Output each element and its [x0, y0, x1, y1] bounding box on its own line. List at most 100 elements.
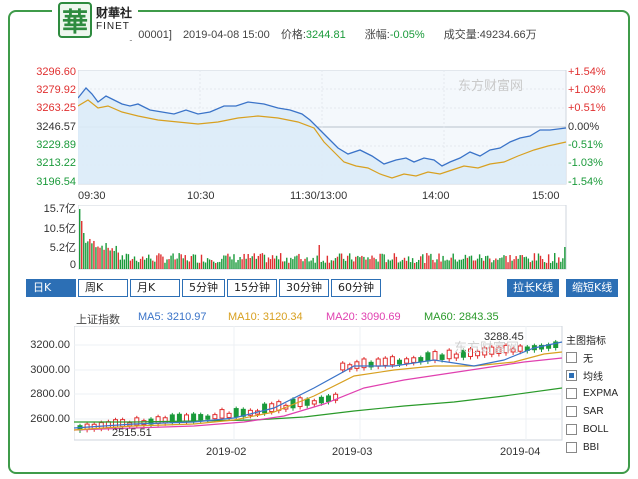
volume-bar	[225, 255, 227, 269]
indicator-boll[interactable]: BOLL	[566, 420, 626, 438]
volume-bar	[241, 259, 243, 269]
volume-bar	[109, 250, 111, 269]
tab-60min[interactable]: 60分钟	[331, 279, 381, 297]
volume-bar	[97, 246, 99, 269]
volume-bar	[178, 253, 180, 269]
volume-bar	[296, 255, 298, 269]
volume-bar	[284, 261, 286, 269]
tab-15min[interactable]: 15分钟	[227, 279, 277, 297]
volume-bar	[229, 256, 231, 269]
volume-bar	[294, 256, 296, 269]
k-y-tick-0: 3200.00	[30, 339, 70, 351]
volume-bar	[535, 260, 538, 269]
volume-bar	[401, 259, 404, 269]
checkbox-checked-icon[interactable]	[566, 369, 577, 381]
volume-bar	[223, 255, 225, 269]
watermark: 东方财富网	[458, 78, 523, 93]
volume-bar	[204, 262, 207, 269]
volume-bar	[160, 254, 162, 269]
checkbox-icon[interactable]	[566, 351, 577, 363]
volume-bar	[105, 243, 107, 269]
tab-week-k[interactable]: 周K	[78, 279, 128, 297]
volume-bar	[348, 253, 351, 269]
volume-bar	[117, 252, 119, 269]
volume-bar	[143, 259, 146, 269]
indicator-bbi[interactable]: BBI	[566, 438, 626, 456]
ma10-legend: MA10: 3120.34	[228, 311, 303, 323]
volume-bar	[215, 262, 217, 269]
checkbox-icon[interactable]	[566, 387, 577, 399]
volume-bar	[501, 257, 503, 269]
volume-bar	[491, 262, 493, 269]
volume-bar	[210, 260, 213, 269]
volume-bar	[172, 253, 174, 269]
volume-bar	[493, 260, 495, 269]
indicator-none[interactable]: 无	[566, 348, 626, 366]
checkbox-icon[interactable]	[566, 441, 577, 453]
candle-body	[184, 414, 189, 422]
volume-bar	[351, 259, 353, 269]
volume-bar	[271, 255, 274, 269]
volume-bar	[304, 258, 306, 269]
volume-bar	[564, 247, 566, 269]
volume-bar	[541, 259, 544, 269]
volume-bar	[415, 262, 418, 269]
stretch-k-button[interactable]: 拉长K线	[507, 279, 560, 297]
volume-bar	[533, 253, 536, 269]
volume-bar	[476, 258, 479, 269]
candle-body	[354, 361, 360, 369]
volume-bar	[158, 253, 160, 269]
candle-body	[389, 356, 395, 366]
shrink-k-button[interactable]: 缩短K线	[566, 279, 619, 297]
indicator-ma[interactable]: 均线	[566, 366, 626, 384]
watermark: 东方财富网	[454, 340, 519, 355]
volume-bar	[342, 258, 345, 269]
vol-tick-0: 15.7亿	[43, 203, 76, 215]
volume-bar	[499, 258, 501, 269]
volume-bar	[403, 257, 406, 269]
candle-body	[382, 357, 388, 366]
tab-30min[interactable]: 30分钟	[279, 279, 329, 297]
checkbox-icon[interactable]	[566, 405, 577, 417]
tab-5min[interactable]: 5分钟	[182, 279, 225, 297]
volume-bar	[393, 253, 396, 269]
volume-bar	[119, 259, 121, 269]
volume-bar	[411, 258, 414, 269]
volume-bar	[379, 253, 381, 269]
volume-bar	[422, 254, 424, 269]
volume-bar	[93, 240, 95, 269]
volume-bar	[468, 256, 471, 269]
volume-bar	[428, 255, 430, 269]
indicator-sar[interactable]: SAR	[566, 402, 626, 420]
tab-month-k[interactable]: 月K	[130, 279, 180, 297]
left-tick-3: 3246.57	[36, 121, 76, 133]
volume-bar	[318, 245, 320, 269]
volume-bar	[89, 238, 91, 269]
indicator-expma[interactable]: EXPMA	[566, 384, 626, 402]
volume-bar	[539, 255, 542, 269]
volume-bar	[474, 260, 477, 269]
volume-bar	[164, 262, 166, 269]
ma5-legend: MA5: 3210.97	[138, 311, 207, 323]
volume-bar	[371, 255, 373, 269]
volume-bar	[101, 245, 103, 269]
volume-bar	[282, 261, 284, 269]
candle-body	[340, 362, 346, 371]
candle-body	[212, 414, 218, 420]
volume-bar	[353, 261, 355, 269]
volume-bar	[478, 254, 481, 269]
volume-bar	[269, 259, 272, 269]
volume-bar	[549, 262, 552, 269]
volume-bar	[306, 257, 308, 269]
volume-bar	[79, 209, 81, 269]
tab-day-k[interactable]: 日K	[26, 279, 76, 297]
volume-bar	[196, 262, 199, 269]
candle-body	[198, 414, 204, 421]
finet-logo: 華 财華社 FINET	[52, 0, 139, 40]
volume-value: 49234.66万	[479, 29, 537, 41]
volume-bar	[537, 253, 540, 269]
volume-bar	[184, 255, 186, 269]
volume-bar	[200, 254, 203, 269]
volume-bar	[188, 261, 191, 269]
checkbox-icon[interactable]	[566, 423, 577, 435]
